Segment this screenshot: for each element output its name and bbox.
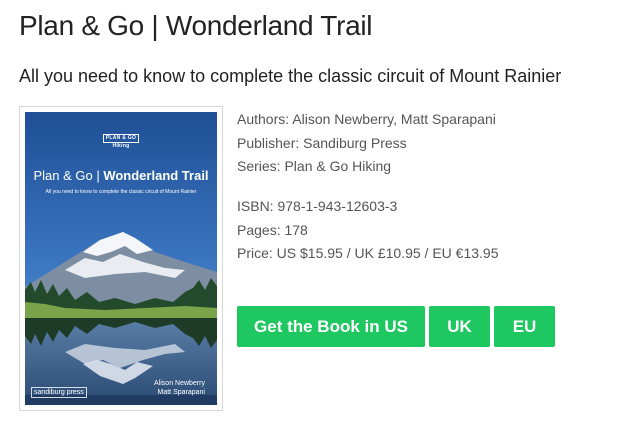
page-title: Plan & Go | Wonderland Trail (19, 10, 373, 41)
cover-logo: PLAN & GO Hiking (25, 134, 217, 150)
buy-us-button[interactable]: Get the Book in US (237, 306, 425, 347)
page-subtitle: All you need to know to complete the cla… (19, 66, 562, 86)
book-authors: Authors: Alison Newberry, Matt Sparapani (237, 111, 496, 127)
cover-artwork (25, 112, 217, 405)
book-cover-image[interactable]: PLAN & GO Hiking Plan & Go | Wonderland … (25, 112, 217, 405)
cover-title: Plan & Go | Wonderland Trail (33, 168, 209, 183)
cover-author-2: Matt Sparapani (157, 389, 205, 396)
book-publisher: Publisher: Sandiburg Press (237, 135, 407, 151)
cover-logo-subtext: Hiking (112, 143, 130, 149)
cover-title-main: Wonderland Trail (103, 168, 209, 183)
buy-eu-button[interactable]: EU (494, 306, 555, 347)
book-series: Series: Plan & Go Hiking (237, 158, 392, 174)
cover-authors: Alison Newberry Matt Sparapani (154, 379, 205, 397)
book-pages: Pages: 178 (237, 222, 308, 238)
buy-uk-button[interactable]: UK (429, 306, 490, 347)
book-cover-frame[interactable]: PLAN & GO Hiking Plan & Go | Wonderland … (19, 106, 223, 411)
cover-logo-text: PLAN & GO (102, 134, 140, 143)
cover-tagline: All you need to know to complete the cla… (45, 189, 197, 195)
cover-author-1: Alison Newberry (154, 380, 205, 387)
cover-title-series: Plan & Go (33, 168, 93, 183)
cover-publisher: sandiburg press (31, 387, 87, 398)
book-price: Price: US $15.95 / UK £10.95 / EU €13.95 (237, 245, 499, 261)
book-isbn: ISBN: 978-1-943-12603-3 (237, 198, 398, 214)
